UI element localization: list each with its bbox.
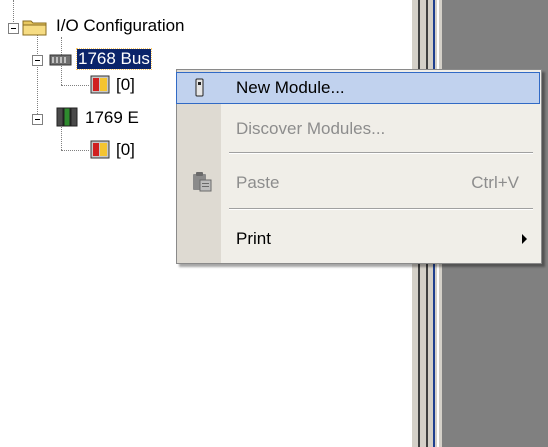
module-icon <box>90 75 110 94</box>
folder-icon <box>22 20 47 36</box>
module-icon <box>90 140 110 159</box>
backplane-icon <box>49 54 72 66</box>
menu-item-label: Paste <box>236 173 280 192</box>
tree-line <box>61 150 89 151</box>
menu-item-label: Print <box>236 229 271 248</box>
menu-separator <box>229 208 533 210</box>
tree-item-label: 1769 E <box>85 108 139 127</box>
tree-item-label: [0] <box>116 75 135 94</box>
tree-item-label: 1768 Bus <box>76 48 152 70</box>
tree-item-label: I/O Configuration <box>56 16 185 35</box>
tree-item-label: [0] <box>116 140 135 159</box>
collapse-io-configuration-expander[interactable] <box>8 23 19 34</box>
menu-item-shortcut: Ctrl+V <box>471 173 519 192</box>
collapse-1768-bus-expander[interactable] <box>32 55 43 66</box>
menu-item-print[interactable]: Print <box>177 224 539 254</box>
tree-line <box>37 32 38 118</box>
collapse-1769-bus-expander[interactable] <box>32 114 43 125</box>
context-menu: New Module... Discover Modules... Paste … <box>176 69 542 264</box>
menu-item-new-module[interactable]: New Module... <box>176 72 540 104</box>
submenu-arrow-icon <box>522 234 527 244</box>
menu-item-paste[interactable]: Paste Ctrl+V <box>177 168 539 198</box>
tree-line <box>13 0 14 22</box>
bus-rack-icon <box>56 107 78 127</box>
new-module-icon <box>195 78 204 97</box>
menu-separator <box>229 152 533 154</box>
menu-item-discover-modules[interactable]: Discover Modules... <box>177 114 539 144</box>
menu-item-label: New Module... <box>236 78 345 97</box>
menu-item-label: Discover Modules... <box>236 119 386 138</box>
tree-line <box>61 85 89 86</box>
paste-icon <box>193 172 212 192</box>
